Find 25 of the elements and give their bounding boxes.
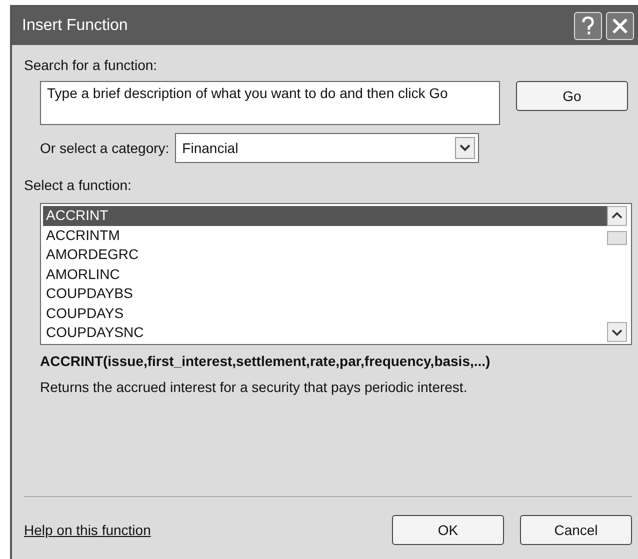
function-item[interactable]: COUPDAYBS xyxy=(43,284,607,304)
chevron-down-icon[interactable] xyxy=(455,137,476,159)
function-description: Returns the accrued interest for a security that pays periodic interest. xyxy=(40,379,468,395)
function-item[interactable]: ACCRINT xyxy=(43,206,607,226)
close-icon[interactable] xyxy=(606,12,634,40)
cancel-button[interactable]: Cancel xyxy=(520,515,632,545)
scroll-up-icon[interactable] xyxy=(607,206,627,226)
window-title: Insert Function xyxy=(22,17,129,35)
help-link[interactable]: Help on this function xyxy=(24,522,376,538)
function-item[interactable]: ACCRINTM xyxy=(43,226,607,245)
function-item[interactable]: COUPDAYSNC xyxy=(43,323,607,342)
go-button[interactable]: Go xyxy=(516,81,628,111)
search-field[interactable]: Type a brief description of what you want to do and then click Go xyxy=(40,81,500,125)
category-dropdown[interactable]: Financial xyxy=(175,133,480,163)
category-label: Or select a category: xyxy=(40,140,170,156)
function-item[interactable]: COUPDAYS xyxy=(43,304,607,323)
search-label: Search for a function: xyxy=(24,57,158,73)
scroll-down-icon[interactable] xyxy=(607,322,627,342)
function-list-label: Select a function: xyxy=(24,177,132,193)
help-icon[interactable] xyxy=(574,12,602,40)
scroll-thumb[interactable] xyxy=(607,231,627,245)
function-item[interactable]: AMORDEGRC xyxy=(43,245,607,264)
function-syntax: ACCRINT(issue,first_interest,settlement,rate,par,frequency,basis,...) xyxy=(40,353,492,369)
function-item[interactable]: AMORLINC xyxy=(43,264,607,284)
ok-button[interactable]: OK xyxy=(392,515,504,545)
